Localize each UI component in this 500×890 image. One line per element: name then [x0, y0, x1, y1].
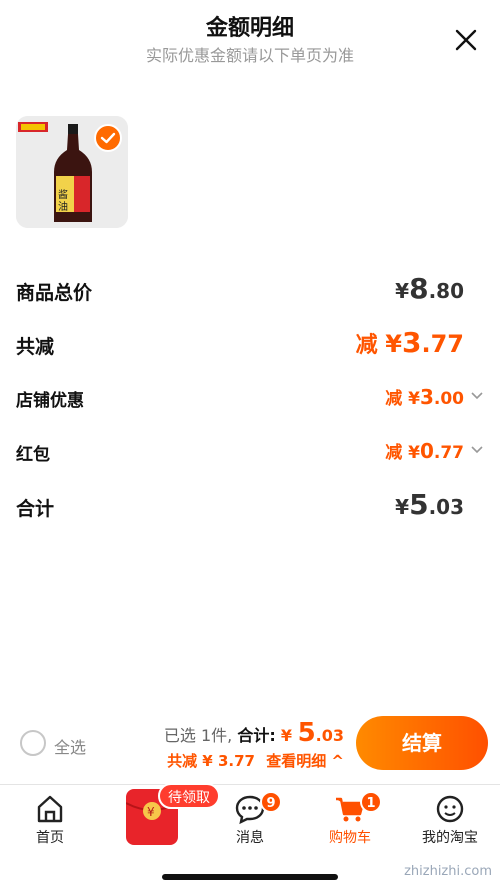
row-total-discount: 共减 减 ¥3.77 [16, 326, 484, 366]
currency-symbol: ¥ [395, 279, 410, 303]
chevron-down-icon[interactable] [470, 442, 484, 456]
home-indicator[interactable] [162, 874, 338, 880]
value-integer: 5 [297, 718, 316, 748]
tab-label: 首页 [36, 830, 64, 846]
close-icon[interactable] [454, 28, 478, 52]
chevron-down-icon[interactable] [470, 388, 484, 402]
discount-prefix: 减 [385, 443, 409, 463]
page-title: 金额明细 [205, 16, 294, 41]
view-details-link[interactable]: 共减 ¥ 3.77 查看明细 ^ [167, 750, 344, 771]
value-decimal: .77 [421, 330, 464, 358]
value-integer: 3 [419, 385, 434, 409]
settlement-bar: 全选 已选 1件, 合计: ¥ 5.03 共减 ¥ 3.77 查看明细 ^ 结算 [0, 708, 500, 784]
total-label: 合计: [237, 726, 276, 745]
value-integer: 5 [409, 488, 429, 521]
row-label: 商品总价 [16, 282, 93, 304]
row-value: ¥5.03 [395, 488, 464, 521]
row-total-price: 商品总价 ¥8.80 [16, 272, 484, 312]
row-value: 减 ¥3.77 [356, 326, 464, 359]
svg-text:油: 油 [58, 200, 68, 213]
currency-symbol: ¥ [395, 495, 410, 519]
row-value: ¥8.80 [395, 272, 464, 305]
checkout-button[interactable]: 结算 [356, 716, 488, 770]
selected-check-icon[interactable] [94, 124, 122, 152]
details-link-label[interactable]: 查看明细 ^ [266, 752, 344, 770]
value-decimal: .00 [433, 389, 464, 409]
discount-prefix: 减 [385, 389, 409, 409]
select-all-label: 全选 [54, 738, 87, 757]
summary-line: 已选 1件, 合计: ¥ 5.03 [164, 718, 344, 748]
currency-symbol: ¥ [385, 330, 402, 358]
tab-label: 我的淘宝 [422, 830, 478, 846]
value-decimal: .03 [315, 726, 344, 745]
value-integer: 8 [409, 272, 429, 305]
page-subtitle: 实际优惠金额请以下单页为准 [145, 46, 354, 65]
product-thumbnail[interactable]: 酱 油 [16, 116, 128, 228]
tab-home[interactable]: 首页 [0, 785, 100, 851]
tab-label: 消息 [236, 830, 264, 846]
value-integer: 0 [419, 439, 434, 463]
row-label: 红包 [16, 445, 50, 465]
value-decimal: .77 [433, 443, 464, 463]
row-value: 减 ¥3.00 [385, 384, 464, 409]
row-grand-total: 合计 ¥5.03 [16, 488, 484, 528]
value-decimal: .80 [428, 279, 464, 303]
discount-prefix: 减 [355, 333, 386, 358]
row-shop-discount[interactable]: 店铺优惠 减 ¥3.00 [16, 380, 484, 420]
home-icon [37, 795, 63, 823]
total-price: ¥ 5.03 [280, 718, 344, 748]
message-badge: 9 [260, 791, 282, 813]
currency-symbol: ¥ [280, 726, 292, 745]
svg-text:酱: 酱 [58, 188, 68, 201]
svg-text:¥: ¥ [147, 805, 155, 819]
modal-header: 金额明细 实际优惠金额请以下单页为准 [0, 0, 500, 80]
row-label: 店铺优惠 [16, 391, 84, 411]
tab-profile[interactable]: 我的淘宝 [400, 785, 500, 851]
watermark-text: zhizhizhi.com [404, 864, 492, 879]
tab-label: 购物车 [329, 830, 371, 846]
tab-messages[interactable]: 9 消息 [200, 785, 300, 851]
row-label: 合计 [16, 498, 55, 520]
row-value: 减 ¥0.77 [385, 438, 464, 463]
profile-icon [436, 795, 464, 823]
row-red-packet[interactable]: 红包 减 ¥0.77 [16, 434, 484, 474]
value-decimal: .03 [428, 495, 464, 519]
tab-cart[interactable]: 1 购物车 [300, 785, 400, 851]
value-integer: 3 [402, 326, 422, 359]
row-label: 共减 [16, 336, 55, 358]
cart-badge: 1 [360, 791, 382, 813]
currency-symbol: ¥ [408, 389, 420, 409]
discount-summary: 共减 ¥ 3.77 [167, 752, 255, 770]
selected-count: 已选 1件, [163, 726, 233, 745]
select-all-radio[interactable] [20, 730, 46, 756]
currency-symbol: ¥ [408, 443, 420, 463]
